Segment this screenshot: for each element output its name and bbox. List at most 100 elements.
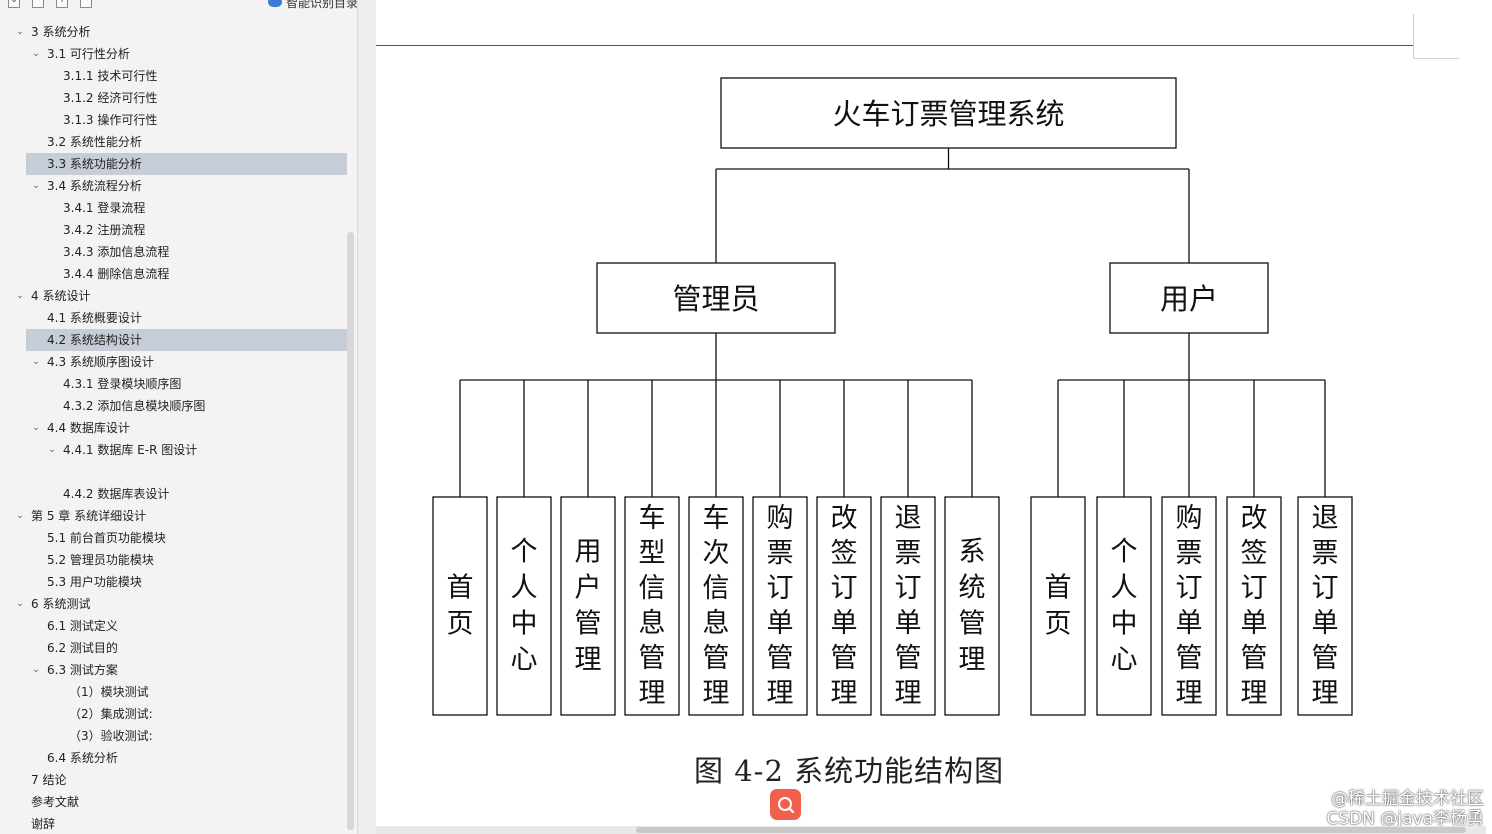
- group-node-label: 管理员: [672, 282, 759, 316]
- outline-item[interactable]: 3.4.1 登录流程: [0, 197, 348, 219]
- outline-item[interactable]: 3.1.2 经济可行性: [0, 87, 348, 109]
- navigation-pane: ⌄ ⌃ + − 智能识别目录 ⌄ 3 系统分析 ⌄ 3.1 可行性分析 3.1.1 技术…: [0, 0, 358, 834]
- outline-item[interactable]: 6.4 系统分析: [0, 747, 348, 769]
- search-button[interactable]: [770, 789, 801, 820]
- outline-item[interactable]: （2）集成测试:: [0, 703, 348, 725]
- outline-item-label: 3.1 可行性分析: [47, 47, 130, 61]
- leaf-node: [1096, 496, 1152, 716]
- chevron-down-icon[interactable]: ⌄: [14, 285, 26, 307]
- leaf-node: [496, 496, 552, 716]
- chevron-down-icon[interactable]: ⌄: [30, 417, 42, 439]
- outline-item[interactable]: ⌄ 4.4 数据库设计: [0, 417, 348, 439]
- outline-item-label: 3.1.2 经济可行性: [63, 91, 158, 105]
- leaf-node: [432, 496, 488, 716]
- horizontal-scrollbar[interactable]: [376, 826, 1486, 834]
- nav-toolbar: ⌄ ⌃ + − 智能识别目录: [0, 0, 358, 14]
- outline-item[interactable]: 3.4.4 删除信息流程: [0, 263, 348, 285]
- outline-item-label: 4.2 系统结构设计: [47, 333, 142, 347]
- add-heading-button[interactable]: +: [56, 0, 68, 8]
- outline-item[interactable]: 5.2 管理员功能模块: [0, 549, 348, 571]
- outline-item[interactable]: 4.3.1 登录模块顺序图: [0, 373, 348, 395]
- outline-item[interactable]: ⌄ 3 系统分析: [0, 21, 348, 43]
- outline-item-label: 4 系统设计: [31, 289, 91, 303]
- outline-item[interactable]: 3.1.1 技术可行性: [0, 65, 348, 87]
- outline-item[interactable]: ⌄ 4.4.1 数据库 E-R 图设计: [0, 439, 348, 461]
- outline-item[interactable]: 4.2 系统结构设计: [0, 329, 348, 351]
- app-window: ⌄ ⌃ + − 智能识别目录 ⌄ 3 系统分析 ⌄ 3.1 可行性分析 3.1.1 技术…: [0, 0, 1492, 834]
- outline-item[interactable]: ⌄ 3.4 系统流程分析: [0, 175, 348, 197]
- outline-item-label: 4.3.2 添加信息模块顺序图: [63, 399, 206, 413]
- outline-item-label: 3.3 系统功能分析: [47, 157, 142, 171]
- outline-item[interactable]: 3.3 系统功能分析: [0, 153, 348, 175]
- outline-item-label: 3.4.4 删除信息流程: [63, 267, 170, 281]
- document-area: 火车订票管理系统 管理员 首页 个人中心 用户管理 车型信息管理 车次信息管理 购票订单管理改…: [358, 0, 1492, 834]
- outline-item[interactable]: ⌄ 6 系统测试: [0, 593, 348, 615]
- outline-item[interactable]: [0, 461, 348, 483]
- outline-item[interactable]: 3.4.3 添加信息流程: [0, 241, 348, 263]
- smart-toc-icon: [267, 0, 282, 7]
- chevron-down-icon[interactable]: ⌄: [14, 505, 26, 527]
- outline-item[interactable]: 4.4.2 数据库表设计: [0, 483, 348, 505]
- outline-item-label: 6.4 系统分析: [47, 751, 118, 765]
- smart-toc-label: 智能识别目录: [285, 0, 358, 10]
- smart-toc-button[interactable]: 智能识别目录: [267, 0, 358, 10]
- chevron-down-icon[interactable]: ⌄: [14, 21, 26, 43]
- outline-item[interactable]: 3.4.2 注册流程: [0, 219, 348, 241]
- collapse-all-button[interactable]: ⌄: [8, 0, 20, 8]
- outline-item-label: 谢辞: [31, 817, 56, 831]
- scrollbar-thumb[interactable]: [636, 827, 1466, 833]
- outline-item-label: 4.1 系统概要设计: [47, 311, 142, 325]
- chevron-down-icon[interactable]: ⌄: [46, 439, 58, 461]
- outline-item-label: 3.1.1 技术可行性: [63, 69, 158, 83]
- expand-all-button[interactable]: ⌃: [32, 0, 44, 8]
- outline-item[interactable]: （1）模块测试: [0, 681, 348, 703]
- outline-item-label: （1）模块测试: [69, 685, 149, 699]
- outline-item[interactable]: 5.3 用户功能模块: [0, 571, 348, 593]
- outline-item-label: 7 结论: [31, 773, 67, 787]
- root-node-label: 火车订票管理系统: [832, 97, 1064, 131]
- figure-caption: 图 4-2 系统功能结构图: [694, 754, 1005, 788]
- leaf-node: [1030, 496, 1086, 716]
- outline-item[interactable]: 5.1 前台首页功能模块: [0, 527, 348, 549]
- outline-item[interactable]: （3）验收测试:: [0, 725, 348, 747]
- outline-item[interactable]: 4.1 系统概要设计: [0, 307, 348, 329]
- outline-item-label: 4.3 系统顺序图设计: [47, 355, 154, 369]
- outline-item-label: 第 5 章 系统详细设计: [31, 509, 147, 523]
- outline-item[interactable]: 6.1 测试定义: [0, 615, 348, 637]
- function-structure-diagram: 火车订票管理系统管理员首页个人中心用户管理车型信息管理车次信息管理购票订单管理改…: [432, 77, 1353, 716]
- outline-item[interactable]: 4.3.2 添加信息模块顺序图: [0, 395, 348, 417]
- chevron-down-icon[interactable]: ⌄: [14, 593, 26, 615]
- outline-item[interactable]: 3.2 系统性能分析: [0, 131, 348, 153]
- outline-item-label: （2）集成测试:: [69, 707, 153, 721]
- outline-item-label: 5.1 前台首页功能模块: [47, 531, 166, 545]
- outline-item-label: 4.4.2 数据库表设计: [63, 487, 170, 501]
- outline-item[interactable]: 3.1.3 操作可行性: [0, 109, 348, 131]
- watermark: @稀土掘金技术社区 CSDN @java李杨勇: [1304, 789, 1485, 829]
- chevron-down-icon[interactable]: ⌄: [30, 659, 42, 681]
- outline-item-label: 5.3 用户功能模块: [47, 575, 142, 589]
- outline-item-label: 6 系统测试: [31, 597, 91, 611]
- watermark-line: @稀土掘金技术社区: [1331, 789, 1484, 809]
- outline-item-label: 3.4.3 添加信息流程: [63, 245, 170, 259]
- outline-item[interactable]: ⌄ 4.3 系统顺序图设计: [0, 351, 348, 373]
- outline-item-label: 参考文献: [31, 795, 80, 809]
- outline-item-label: 4.4 数据库设计: [47, 421, 130, 435]
- outline-item[interactable]: 参考文献: [0, 791, 348, 813]
- leaf-node: [944, 496, 1000, 716]
- outline-item-label: 3.2 系统性能分析: [47, 135, 142, 149]
- nav-scrollbar[interactable]: [347, 232, 354, 830]
- outline-item[interactable]: ⌄ 3.1 可行性分析: [0, 43, 348, 65]
- outline-item[interactable]: 6.2 测试目的: [0, 637, 348, 659]
- outline-item[interactable]: 7 结论: [0, 769, 348, 791]
- chevron-down-icon[interactable]: ⌄: [30, 351, 42, 373]
- chevron-down-icon[interactable]: ⌄: [30, 175, 42, 197]
- outline-item[interactable]: ⌄ 6.3 测试方案: [0, 659, 348, 681]
- chevron-down-icon[interactable]: ⌄: [30, 43, 42, 65]
- outline-item[interactable]: ⌄ 第 5 章 系统详细设计: [0, 505, 348, 527]
- search-icon: [777, 796, 794, 813]
- outline-item[interactable]: ⌄ 4 系统设计: [0, 285, 348, 307]
- outline-item-label: 3.4.2 注册流程: [63, 223, 146, 237]
- outline-item-label: 3.1.3 操作可行性: [63, 113, 158, 127]
- remove-heading-button[interactable]: −: [80, 0, 92, 8]
- outline-item[interactable]: 谢辞: [0, 813, 348, 834]
